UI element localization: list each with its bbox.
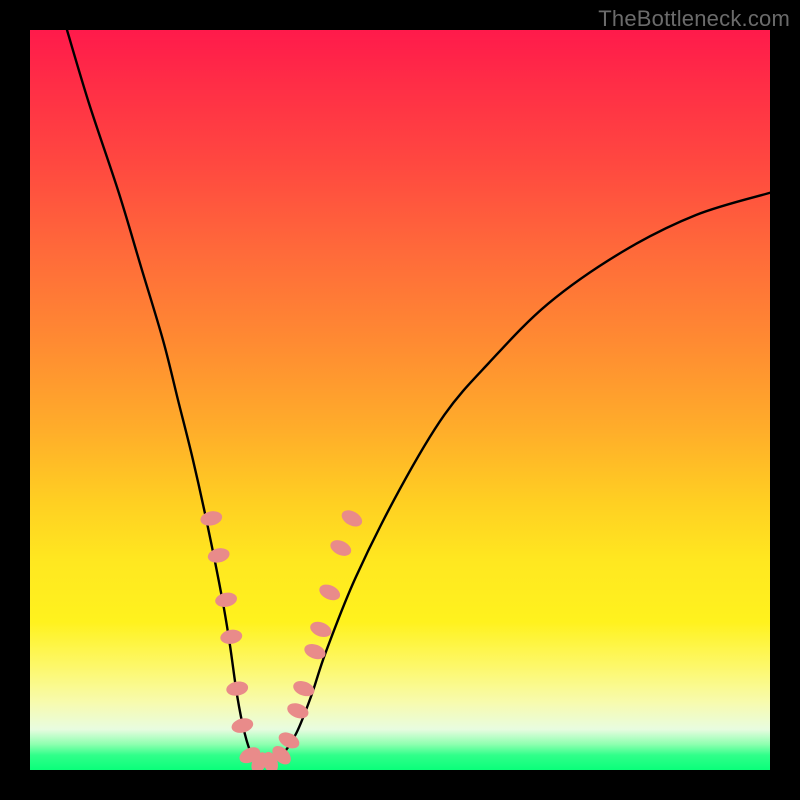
highlight-markers [199, 507, 365, 770]
highlight-marker [339, 507, 365, 530]
bottleneck-curve [67, 30, 770, 764]
highlight-marker [291, 678, 316, 699]
highlight-marker [225, 680, 249, 697]
plot-area [30, 30, 770, 770]
highlight-marker [219, 628, 243, 645]
chart-svg [30, 30, 770, 770]
highlight-marker [317, 581, 343, 603]
highlight-marker [285, 700, 310, 721]
highlight-marker [199, 509, 223, 527]
highlight-marker [328, 537, 354, 559]
highlight-marker [230, 716, 255, 735]
chart-frame: TheBottleneck.com [0, 0, 800, 800]
watermark-text: TheBottleneck.com [598, 6, 790, 32]
highlight-marker [308, 619, 334, 640]
highlight-marker [206, 546, 230, 564]
highlight-marker [214, 591, 238, 609]
